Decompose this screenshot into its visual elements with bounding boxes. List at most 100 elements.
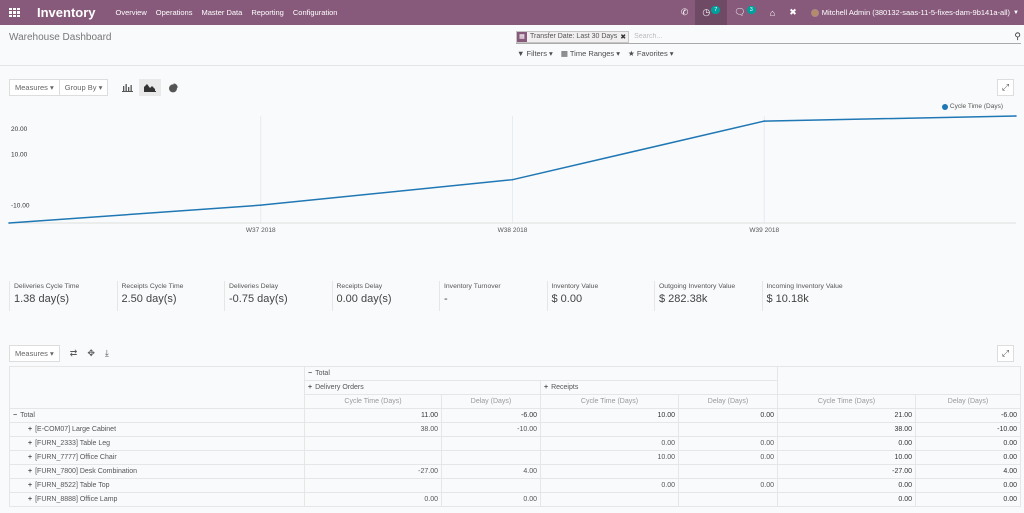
bar-chart-icon[interactable] — [116, 79, 138, 96]
pivot-cell[interactable] — [678, 492, 778, 507]
kpi-incoming-inventory-value[interactable]: Incoming Inventory Value $ 10.18k — [761, 281, 870, 311]
menu-master-data[interactable]: Master Data — [201, 8, 242, 17]
kpi-inventory-turnover[interactable]: Inventory Turnover - — [439, 281, 547, 311]
filters-dropdown[interactable]: ▼ Filters ▾ — [517, 49, 553, 58]
pivot-cell[interactable]: 10.00 — [540, 450, 679, 465]
pivot-cell[interactable]: -6.00 — [915, 408, 1021, 423]
menu-configuration[interactable]: Configuration — [293, 8, 338, 17]
pivot-cell[interactable]: 0.00 — [915, 478, 1021, 493]
pivot-cell[interactable]: 11.00 — [304, 408, 442, 423]
measures-dropdown[interactable]: Measures ▾ — [9, 79, 60, 96]
measure-header[interactable]: Delay (Days) — [915, 394, 1021, 409]
pivot-cell[interactable]: 10.00 — [777, 450, 916, 465]
col-header-delivery-orders[interactable]: + Delivery Orders — [304, 380, 541, 395]
favorites-dropdown[interactable]: ★ Favorites ▾ — [628, 49, 674, 58]
measure-header[interactable]: Cycle Time (Days) — [304, 394, 442, 409]
pivot-cell[interactable]: 38.00 — [304, 422, 442, 437]
pivot-cell[interactable]: -27.00 — [304, 464, 442, 479]
menu-overview[interactable]: Overview — [116, 8, 147, 17]
pivot-cell[interactable]: 0.00 — [441, 492, 541, 507]
kpi-receipts-delay[interactable]: Receipts Delay 0.00 day(s) — [331, 281, 440, 311]
measure-header[interactable]: Cycle Time (Days) — [777, 394, 916, 409]
measure-header[interactable]: Delay (Days) — [441, 394, 541, 409]
pivot-cell[interactable]: -10.00 — [441, 422, 541, 437]
apps-menu-icon[interactable] — [9, 7, 21, 18]
pivot-cell[interactable] — [304, 450, 442, 465]
row-header[interactable]: + [E-COM07] Large Cabinet — [9, 422, 305, 437]
pivot-cell[interactable]: 0.00 — [915, 450, 1021, 465]
pie-chart-icon[interactable] — [162, 79, 184, 96]
search-input[interactable] — [632, 32, 1003, 41]
row-header[interactable]: + [FURN_7800] Desk Combination — [9, 464, 305, 479]
search-icon[interactable]: ⚲ — [1014, 31, 1021, 42]
pivot-cell[interactable]: 0.00 — [540, 478, 679, 493]
data-point — [8, 222, 10, 224]
kpi-value: $ 10.18k — [766, 293, 809, 305]
kpi-deliveries-delay[interactable]: Deliveries Delay -0.75 day(s) — [224, 281, 332, 311]
data-point — [763, 120, 766, 122]
pivot-cell[interactable]: 0.00 — [915, 436, 1021, 451]
pivot-cell[interactable] — [304, 436, 442, 451]
pivot-cell[interactable]: 38.00 — [777, 422, 916, 437]
home-icon[interactable]: ⌂ — [763, 0, 782, 25]
pivot-cell[interactable]: 0.00 — [540, 436, 679, 451]
pivot-cell[interactable]: 21.00 — [777, 408, 916, 423]
facet-remove-icon[interactable]: ✖ — [620, 33, 628, 41]
pivot-cell[interactable] — [678, 464, 778, 479]
measure-header[interactable]: Delay (Days) — [678, 394, 778, 409]
measure-header[interactable]: Cycle Time (Days) — [540, 394, 679, 409]
activity-count-badge: 7 — [711, 5, 721, 14]
flip-axis-icon[interactable]: ⇄ — [70, 348, 78, 359]
row-header[interactable]: + [FURN_2333] Table Leg — [9, 436, 305, 451]
pivot-cell[interactable]: 0.00 — [678, 450, 778, 465]
kpi-inventory-value[interactable]: Inventory Value $ 0.00 — [546, 281, 655, 311]
pivot-cell[interactable] — [441, 478, 541, 493]
pivot-cell[interactable]: 4.00 — [915, 464, 1021, 479]
messages-button[interactable]: 🗨 3 — [727, 0, 763, 25]
col-header-total[interactable]: − Total — [304, 366, 778, 381]
kpi-outgoing-inventory-value[interactable]: Outgoing Inventory Value $ 282.38k — [654, 281, 762, 311]
row-header[interactable]: − Total — [9, 408, 305, 423]
pivot-cell[interactable]: -10.00 — [915, 422, 1021, 437]
pivot-cell[interactable]: 0.00 — [777, 492, 916, 507]
group-by-dropdown[interactable]: Group By ▾ — [59, 79, 109, 96]
kpi-label: Receipts Delay — [336, 283, 383, 290]
phone-icon[interactable]: ✆ — [674, 0, 696, 25]
line-chart-icon[interactable] — [139, 79, 162, 96]
pivot-cell[interactable]: -27.00 — [777, 464, 916, 479]
pivot-cell[interactable] — [540, 464, 679, 479]
kpi-receipts-cycle-time[interactable]: Receipts Cycle Time 2.50 day(s) — [116, 281, 225, 311]
pivot-cell[interactable]: 10.00 — [540, 408, 679, 423]
pivot-fullscreen-icon[interactable]: ⤢ — [997, 345, 1014, 362]
debug-tools-icon[interactable]: ✖ — [782, 0, 804, 25]
pivot-cell[interactable]: 0.00 — [678, 436, 778, 451]
pivot-cell[interactable] — [540, 422, 679, 437]
time-ranges-dropdown[interactable]: ▦ Time Ranges ▾ — [561, 49, 620, 58]
pivot-cell[interactable] — [678, 422, 778, 437]
col-header-receipts[interactable]: + Receipts — [540, 380, 778, 395]
pivot-cell[interactable]: 4.00 — [441, 464, 541, 479]
pivot-cell[interactable]: 0.00 — [678, 408, 778, 423]
pivot-cell[interactable]: 0.00 — [915, 492, 1021, 507]
pivot-cell[interactable]: 0.00 — [777, 436, 916, 451]
expand-all-icon[interactable]: ✥ — [87, 348, 95, 359]
pivot-cell[interactable]: 0.00 — [777, 478, 916, 493]
row-header[interactable]: + [FURN_8522] Table Top — [9, 478, 305, 493]
pivot-cell[interactable] — [441, 450, 541, 465]
pivot-measures-dropdown[interactable]: Measures ▾ — [9, 345, 60, 362]
pivot-cell[interactable]: 0.00 — [678, 478, 778, 493]
menu-operations[interactable]: Operations — [156, 8, 193, 17]
pivot-cell[interactable]: 0.00 — [304, 492, 442, 507]
row-header[interactable]: + [FURN_8888] Office Lamp — [9, 492, 305, 507]
pivot-cell[interactable] — [441, 436, 541, 451]
user-menu[interactable]: Mitchell Admin (380132-saas-11-5-fixes-d… — [804, 0, 1024, 25]
pivot-cell[interactable] — [304, 478, 442, 493]
fullscreen-icon[interactable]: ⤢ — [997, 79, 1014, 96]
row-header[interactable]: + [FURN_7777] Office Chair — [9, 450, 305, 465]
kpi-deliveries-cycle-time[interactable]: Deliveries Cycle Time 1.38 day(s) — [9, 281, 117, 311]
download-icon[interactable]: ⤓ — [105, 348, 109, 359]
menu-reporting[interactable]: Reporting — [251, 8, 284, 17]
pivot-cell[interactable]: -6.00 — [441, 408, 541, 423]
pivot-cell[interactable] — [540, 492, 679, 507]
activity-button[interactable]: ◷ 7 — [695, 0, 728, 25]
